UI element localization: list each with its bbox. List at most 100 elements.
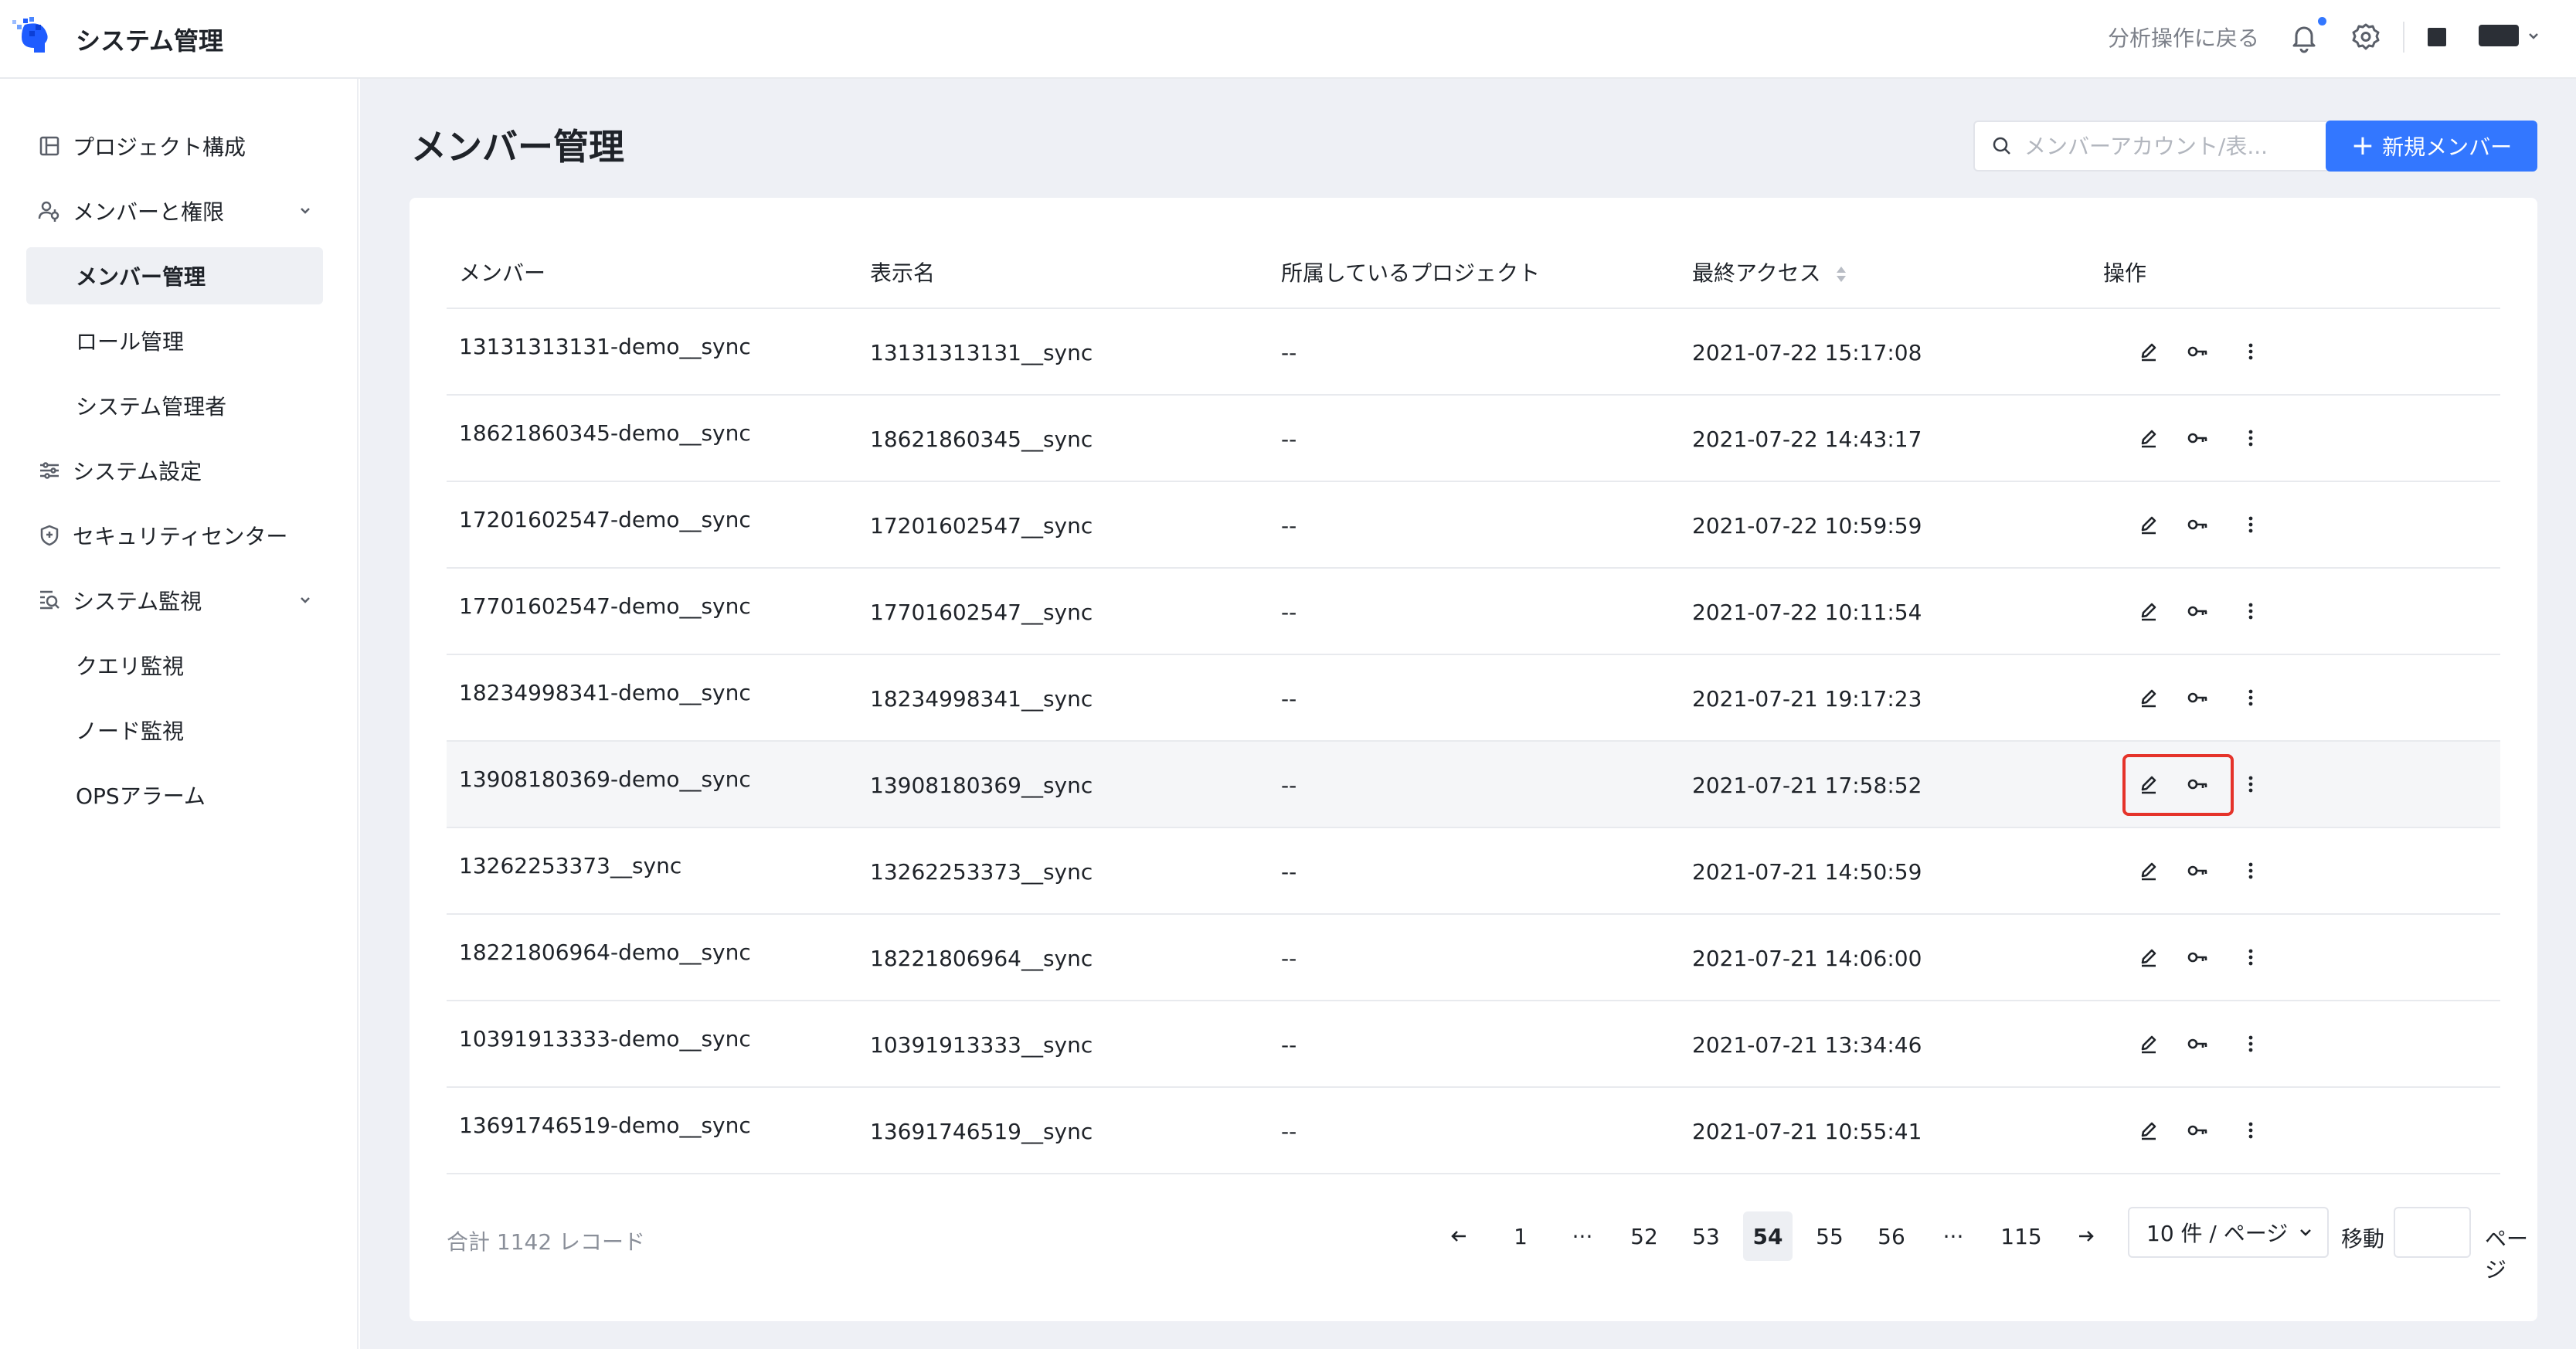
gear-icon[interactable] xyxy=(2349,20,2383,54)
key-icon[interactable] xyxy=(2185,858,2211,884)
sidebar-item-label: ノード監視 xyxy=(76,719,185,744)
edit-icon[interactable] xyxy=(2136,858,2162,884)
edit-icon[interactable] xyxy=(2136,338,2162,365)
page-button-current[interactable]: 54 xyxy=(1743,1211,1793,1261)
page-button[interactable]: 56 xyxy=(1867,1211,1916,1261)
page-button[interactable]: 55 xyxy=(1805,1211,1854,1261)
display-name: 18621860345__sync xyxy=(870,426,1093,452)
edit-icon[interactable] xyxy=(2136,944,2162,970)
sidebar-item-role-management[interactable]: ロール管理 xyxy=(26,312,323,369)
new-member-button[interactable]: + 新規メンバー xyxy=(2326,121,2537,172)
member-account: 13908180369-demo__sync xyxy=(459,766,751,792)
table-row: 18234998341-demo__sync 18234998341__sync -… xyxy=(447,655,2500,742)
project-value: -- xyxy=(1281,513,1297,539)
sidebar-item-label: クエリ監視 xyxy=(76,654,185,679)
more-vertical-icon[interactable] xyxy=(2238,1031,2264,1057)
sidebar-item-system-settings[interactable]: システム設定 xyxy=(26,442,323,499)
prev-page-button[interactable] xyxy=(1434,1211,1483,1261)
sidebar-item-label: システム管理者 xyxy=(76,394,227,420)
workspace-square-icon[interactable] xyxy=(2428,28,2446,46)
member-table-card: メンバー 表示名 所属しているプロジェクト 最終アクセス 操作 13131313… xyxy=(410,198,2537,1321)
sidebar-item-node-monitoring[interactable]: ノード監視 xyxy=(26,702,323,759)
member-account: 18621860345-demo__sync xyxy=(459,420,751,446)
page-ellipsis[interactable]: ··· xyxy=(1558,1211,1607,1261)
sidebar-item-system-monitoring[interactable]: システム監視 xyxy=(26,572,323,629)
more-vertical-icon[interactable] xyxy=(2238,598,2264,624)
page-size-select[interactable]: 10 件 / ページ xyxy=(2128,1207,2329,1258)
table-row: 13691746519-demo__sync 13691746519__sync -… xyxy=(447,1088,2500,1174)
bell-icon[interactable] xyxy=(2287,20,2321,54)
more-vertical-icon[interactable] xyxy=(2238,425,2264,451)
jump-label: 移動 xyxy=(2341,1226,2385,1252)
key-icon[interactable] xyxy=(2185,1031,2211,1057)
user-avatar[interactable] xyxy=(2479,25,2519,46)
key-icon[interactable] xyxy=(2185,598,2211,624)
edit-icon[interactable] xyxy=(2136,771,2162,797)
notification-dot xyxy=(2318,17,2326,25)
column-header-last-access[interactable]: 最終アクセス xyxy=(1692,257,1848,287)
member-search[interactable] xyxy=(1973,121,2375,172)
new-member-label: 新規メンバー xyxy=(2382,134,2513,160)
edit-icon[interactable] xyxy=(2136,685,2162,711)
key-icon[interactable] xyxy=(2185,1117,2211,1143)
last-access-time: 2021-07-22 10:11:54 xyxy=(1692,600,1922,625)
key-icon[interactable] xyxy=(2185,338,2211,365)
page-button[interactable]: 115 xyxy=(1997,1211,2046,1261)
jump-page-input[interactable] xyxy=(2394,1207,2471,1258)
project-value: -- xyxy=(1281,946,1297,971)
next-page-button[interactable] xyxy=(2061,1211,2111,1261)
edit-icon[interactable] xyxy=(2136,425,2162,451)
project-value: -- xyxy=(1281,1032,1297,1058)
page-button[interactable]: 53 xyxy=(1681,1211,1731,1261)
more-vertical-icon[interactable] xyxy=(2238,858,2264,884)
edit-icon[interactable] xyxy=(2136,1117,2162,1143)
table-row: 17201602547-demo__sync 17201602547__sync -… xyxy=(447,482,2500,569)
key-icon[interactable] xyxy=(2185,685,2211,711)
key-icon[interactable] xyxy=(2185,511,2211,538)
back-to-analysis-link[interactable]: 分析操作に戻る xyxy=(2108,22,2259,53)
project-value: -- xyxy=(1281,1119,1297,1144)
member-account: 13262253373__sync xyxy=(459,853,682,878)
page-ellipsis[interactable]: ··· xyxy=(1929,1211,1978,1261)
display-name: 17201602547__sync xyxy=(870,513,1093,539)
display-name: 10391913333__sync xyxy=(870,1032,1093,1058)
more-vertical-icon[interactable] xyxy=(2238,338,2264,365)
edit-icon[interactable] xyxy=(2136,1031,2162,1057)
project-value: -- xyxy=(1281,686,1297,712)
sidebar-item-members-permissions[interactable]: メンバーと権限 xyxy=(26,182,323,240)
sidebar-item-member-management[interactable]: メンバー管理 xyxy=(26,247,323,304)
sidebar-item-project-config[interactable]: プロジェクト構成 xyxy=(26,117,323,175)
monitor-icon xyxy=(40,590,59,610)
more-vertical-icon[interactable] xyxy=(2238,511,2264,538)
project-value: -- xyxy=(1281,340,1297,365)
table-row: 13908180369-demo__sync 13908180369__sync -… xyxy=(447,742,2500,828)
sidebar-item-label: ロール管理 xyxy=(76,329,185,355)
chevron-down-icon xyxy=(301,597,310,603)
edit-icon[interactable] xyxy=(2136,598,2162,624)
sidebar-item-security-center[interactable]: セキュリティセンター xyxy=(26,507,323,564)
key-icon[interactable] xyxy=(2185,944,2211,970)
key-icon[interactable] xyxy=(2185,771,2211,797)
sidebar-item-ops-alarm[interactable]: OPSアラーム xyxy=(26,766,323,824)
column-header-label: 最終アクセス xyxy=(1692,260,1821,286)
edit-icon[interactable] xyxy=(2136,511,2162,538)
member-account: 18221806964-demo__sync xyxy=(459,940,751,965)
page-button[interactable]: 1 xyxy=(1496,1211,1545,1261)
logo-icon xyxy=(12,17,48,53)
key-icon[interactable] xyxy=(2185,425,2211,451)
last-access-time: 2021-07-22 14:43:17 xyxy=(1692,426,1922,452)
display-name: 13131313131__sync xyxy=(870,340,1093,365)
more-vertical-icon[interactable] xyxy=(2238,685,2264,711)
more-vertical-icon[interactable] xyxy=(2238,1117,2264,1143)
chevron-down-icon[interactable] xyxy=(2525,28,2542,45)
page-button[interactable]: 52 xyxy=(1619,1211,1669,1261)
search-input[interactable] xyxy=(2024,133,2357,159)
column-header-project: 所属しているプロジェクト xyxy=(1281,260,1541,286)
sidebar-item-query-monitoring[interactable]: クエリ監視 xyxy=(26,637,323,694)
member-icon xyxy=(38,201,59,222)
more-vertical-icon[interactable] xyxy=(2238,771,2264,797)
sidebar-item-system-admin[interactable]: システム管理者 xyxy=(26,377,323,434)
member-account: 13131313131-demo__sync xyxy=(459,334,751,359)
more-vertical-icon[interactable] xyxy=(2238,944,2264,970)
sort-icon[interactable] xyxy=(1834,264,1848,284)
